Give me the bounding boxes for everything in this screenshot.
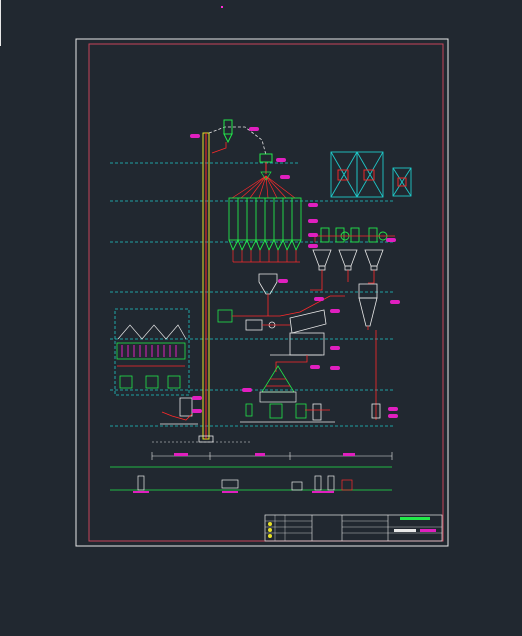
dimension-labels (174, 453, 355, 456)
cad-drawing-canvas[interactable] (0, 0, 522, 636)
auxiliary-workshop (114, 308, 190, 396)
mixer-feed-lines (232, 295, 345, 372)
floor-level-lines (110, 162, 395, 427)
top-cyclone-assembly (208, 119, 273, 174)
legend-strip (110, 466, 392, 493)
packing-station (240, 365, 335, 423)
bucket-elevator (198, 132, 214, 443)
bag-filter-right (358, 283, 378, 330)
storage-towers (330, 151, 412, 198)
sheet-outer-frame (75, 38, 449, 547)
title-block (264, 514, 443, 542)
cyclone-feed-lines (310, 270, 375, 291)
dimension-line (151, 441, 393, 460)
fan-units-piping (314, 235, 395, 242)
sheet-inner-frame (88, 43, 444, 542)
hopper-cyclones (312, 249, 384, 271)
equipment-tags (190, 127, 400, 418)
bin-discharge-lines (232, 250, 300, 263)
weigh-hopper (258, 273, 278, 300)
fan-units-row (320, 227, 388, 243)
mixer-assembly (217, 309, 327, 356)
right-return-pipe (371, 330, 381, 420)
